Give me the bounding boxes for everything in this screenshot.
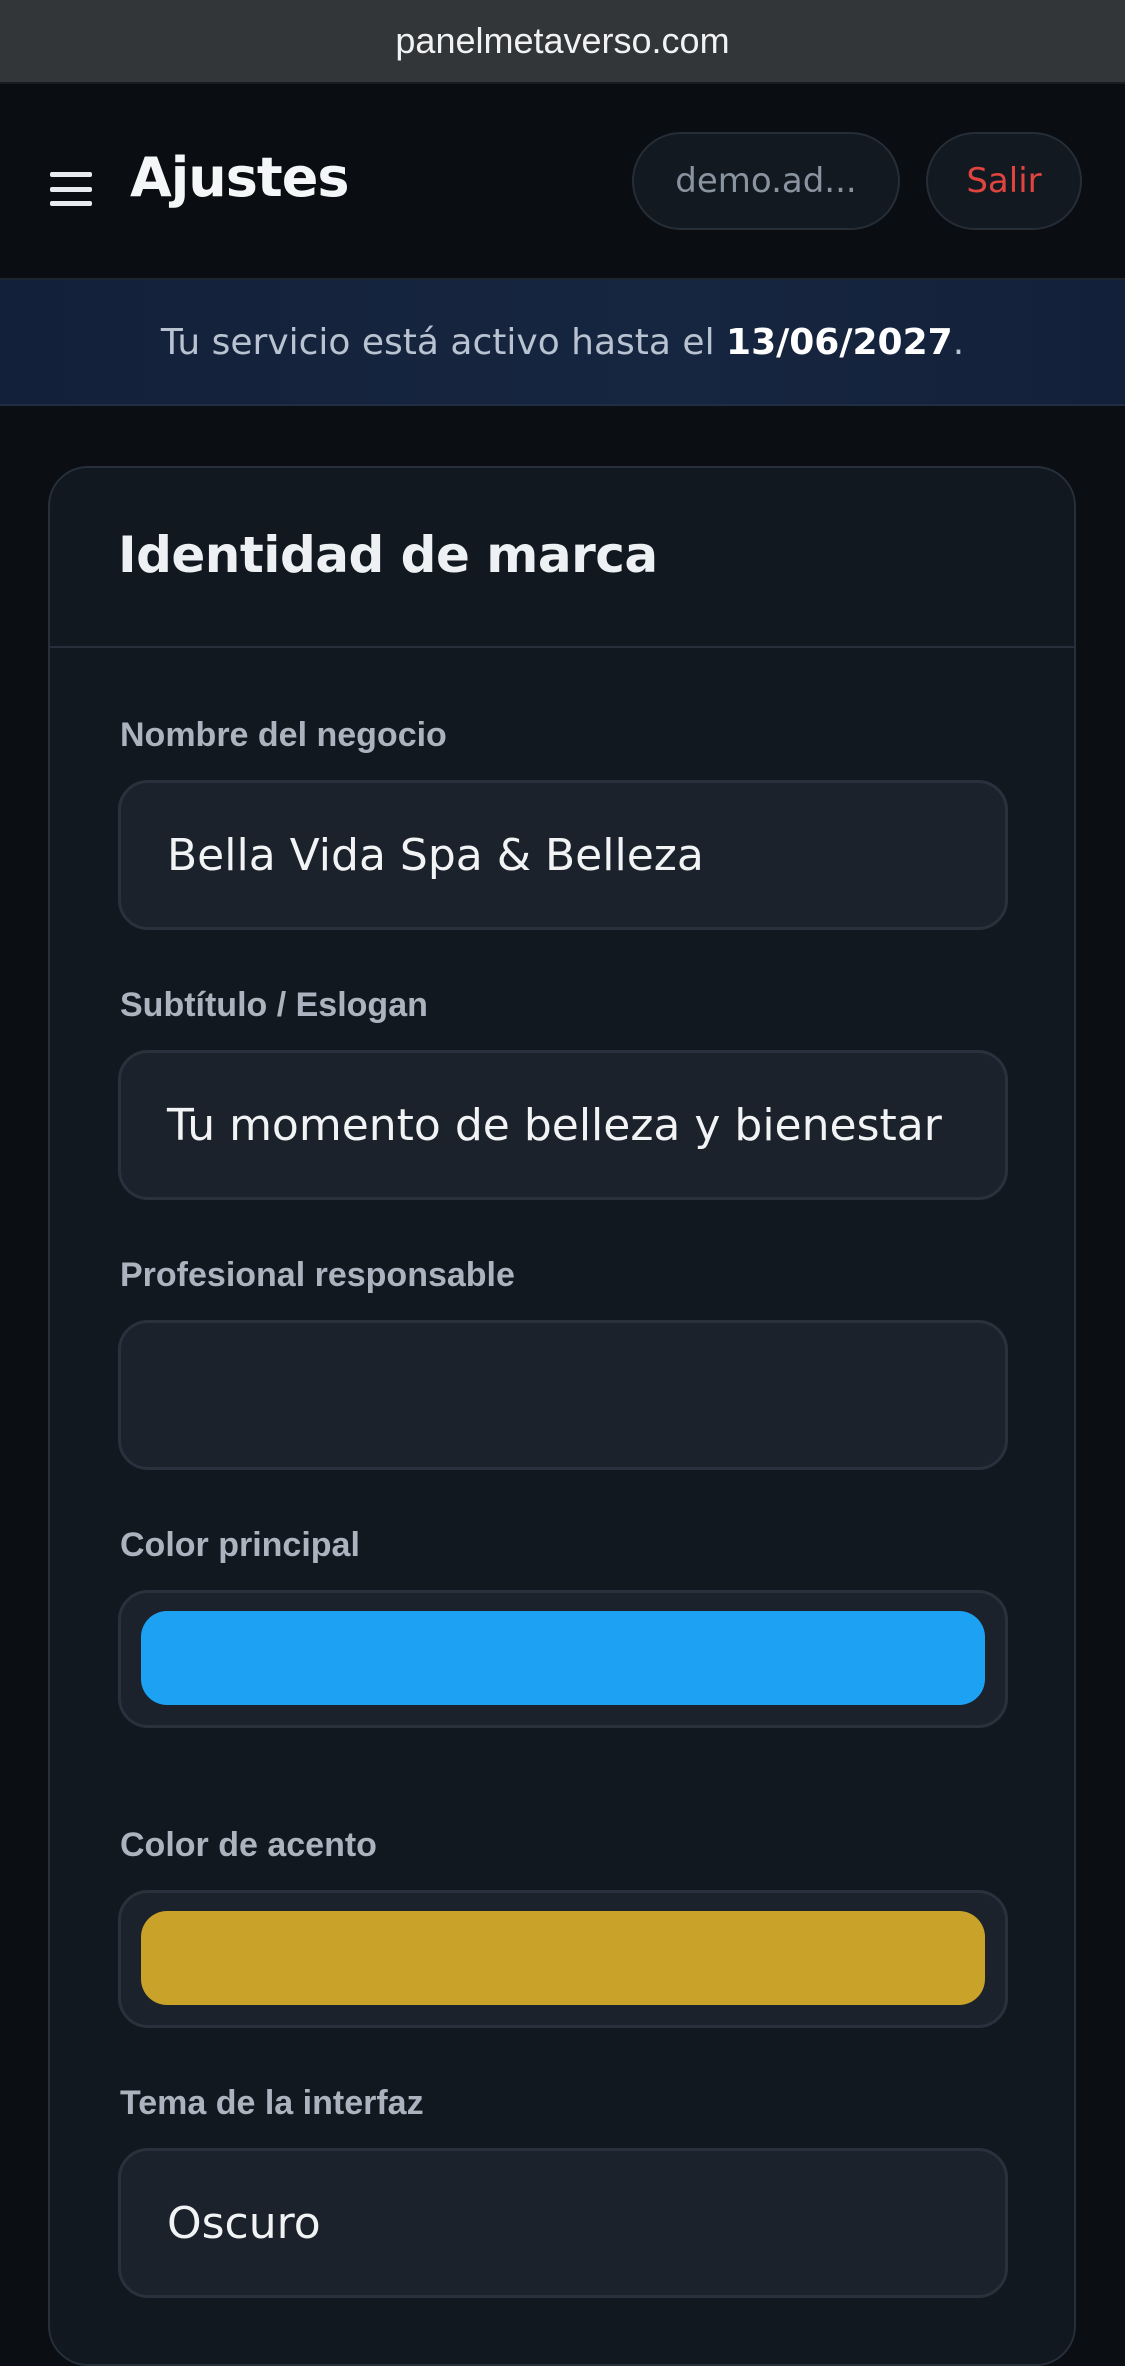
accent-color-label: Color de acento (120, 1826, 377, 1864)
banner-text: Tu servicio está activo hasta el 13/06/2… (160, 321, 965, 363)
user-account-button[interactable]: demo.ad... (632, 132, 900, 230)
subtitle-label: Subtítulo / Eslogan (120, 986, 428, 1024)
professional-input[interactable] (118, 1320, 1008, 1470)
card-title: Identidad de marca (118, 526, 658, 584)
page-title: Ajustes (130, 146, 349, 209)
accent-color-picker[interactable] (118, 1890, 1008, 2028)
url-text: panelmetaverso.com (395, 20, 730, 61)
browser-url-bar[interactable]: panelmetaverso.com (0, 0, 1125, 84)
banner-date: 13/06/2027 (726, 321, 953, 363)
business-name-input[interactable]: Bella Vida Spa & Belleza (118, 780, 1008, 930)
service-status-banner: Tu servicio está activo hasta el 13/06/2… (0, 280, 1125, 406)
primary-color-swatch[interactable] (141, 1611, 985, 1705)
top-app-bar: Ajustes demo.ad... Salir (0, 84, 1125, 280)
theme-select[interactable]: Oscuro (118, 2148, 1008, 2298)
accent-color-swatch[interactable] (141, 1911, 985, 2005)
primary-color-label: Color principal (120, 1526, 360, 1564)
professional-label: Profesional responsable (120, 1256, 515, 1294)
theme-label: Tema de la interfaz (120, 2084, 424, 2122)
card-header: Identidad de marca (50, 468, 1074, 648)
business-name-label: Nombre del negocio (120, 716, 447, 754)
hamburger-menu-icon[interactable] (50, 172, 92, 206)
subtitle-input[interactable]: Tu momento de belleza y bienestar (118, 1050, 1008, 1200)
primary-color-picker[interactable] (118, 1590, 1008, 1728)
logout-button[interactable]: Salir (926, 132, 1082, 230)
brand-identity-card: Identidad de marca Nombre del negocio Be… (48, 466, 1076, 2366)
